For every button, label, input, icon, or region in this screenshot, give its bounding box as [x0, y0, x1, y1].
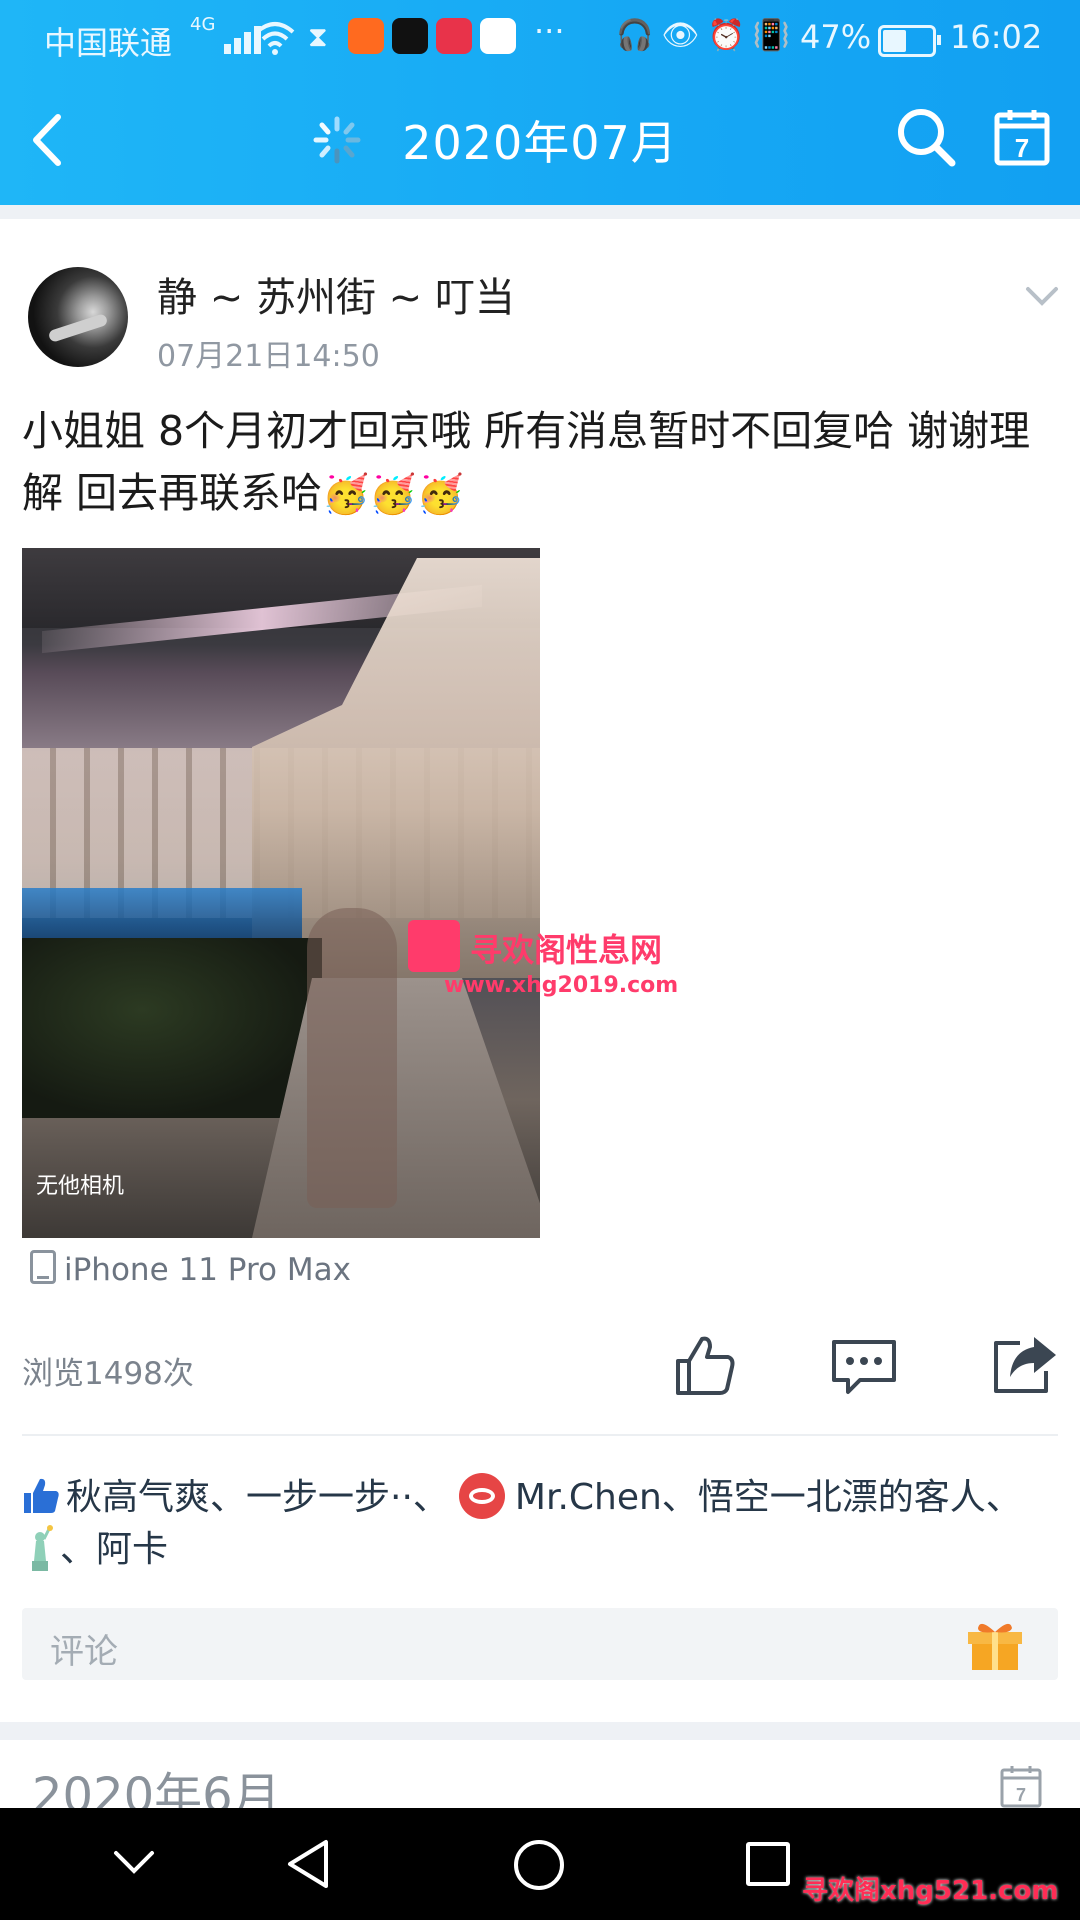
watermark-url: www.xhg2019.com: [444, 973, 679, 998]
action-separator: [22, 1434, 1058, 1436]
gift-icon[interactable]: [966, 1620, 1024, 1672]
share-button[interactable]: [990, 1333, 1060, 1397]
nav-home-button[interactable]: [514, 1840, 564, 1890]
likers-names-2[interactable]: Mr.Chen、悟空一北漂的客人、: [515, 1477, 1022, 1518]
author-name[interactable]: 静 ~ 苏州街 ~ 叮当: [157, 265, 515, 323]
vmall-app-icon: [436, 18, 472, 54]
likers-names-3[interactable]: 、阿卡: [60, 1529, 168, 1570]
avatar[interactable]: [28, 267, 128, 367]
like-button[interactable]: [672, 1333, 738, 1399]
post-timestamp: 07月21日14:50: [157, 339, 380, 374]
lips-avatar-icon: [458, 1473, 505, 1519]
nav-back-button[interactable]: [286, 1838, 332, 1890]
party-face-emojis: 🥳🥳🥳: [322, 472, 464, 516]
carrier-name: 中国联通: [44, 24, 173, 62]
status-bar: 中国联通 4G ⧗ ··· 🎧👁⏰📳 47% 16:02: [0, 0, 1080, 75]
header-divider: [0, 205, 1080, 219]
svg-text:7: 7: [1015, 133, 1029, 163]
title-bar: 2020年07月 7: [0, 75, 1080, 205]
statue-of-liberty-icon: [32, 1525, 53, 1571]
device-label: iPhone 11 Pro Max: [30, 1250, 351, 1288]
section-gap: [0, 1722, 1080, 1740]
play-app-icon: [480, 18, 516, 54]
likers-names-1[interactable]: 秋高气爽、一步一步··、: [66, 1477, 449, 1518]
svg-text:7: 7: [1016, 1785, 1026, 1805]
bottom-watermark: 寻欢阁xhg521.com: [802, 1876, 1059, 1906]
device-name: iPhone 11 Pro Max: [64, 1252, 351, 1288]
phone-icon: [30, 1250, 56, 1284]
watermark-logo-icon: [408, 920, 460, 972]
search-icon[interactable]: [894, 105, 958, 169]
calendar-icon[interactable]: 7: [994, 108, 1050, 166]
site-watermark: 寻欢阁性息网 www.xhg2019.com: [408, 915, 703, 1003]
nav-recents-button[interactable]: [746, 1842, 790, 1886]
calendar-icon[interactable]: 7: [1000, 1764, 1042, 1808]
collapse-nav-icon[interactable]: [112, 1848, 156, 1876]
chevron-down-icon[interactable]: [1024, 284, 1060, 308]
thumbs-up-icon: [24, 1478, 59, 1513]
post-text: 小姐姐 8个月初才回京哦 所有消息暂时不回复哈 谢谢理解 回去再联系哈🥳🥳🥳: [22, 400, 1062, 525]
post-body: 小姐姐 8个月初才回京哦 所有消息暂时不回复哈 谢谢理解 回去再联系哈: [22, 407, 1031, 517]
comment-placeholder: 评论: [50, 1632, 118, 1672]
comment-button[interactable]: [830, 1336, 898, 1396]
wifi-icon: [255, 22, 295, 55]
more-notifications-icon: ···: [534, 12, 565, 50]
app-header: 中国联通 4G ⧗ ··· 🎧👁⏰📳 47% 16:02 2020年07月 7: [0, 0, 1080, 205]
comment-input[interactable]: 评论: [22, 1608, 1058, 1680]
video-app-icon: [348, 18, 384, 54]
view-count: 浏览1498次: [22, 1356, 194, 1392]
post-photo[interactable]: 无他相机: [22, 548, 540, 1238]
camera-watermark: 无他相机: [36, 1174, 125, 1199]
watermark-title: 寻欢阁性息网: [470, 931, 663, 969]
battery-icon: [878, 25, 941, 57]
status-icons: 🎧👁⏰📳: [616, 18, 799, 53]
likes-list: 秋高气爽、一步一步··、 Mr.Chen、悟空一北漂的客人、 、阿卡: [22, 1472, 1062, 1576]
hourglass-icon: ⧗: [308, 20, 328, 53]
tiktok-app-icon: [392, 18, 428, 54]
status-time: 16:02: [950, 18, 1043, 56]
battery-percent: 47%: [800, 18, 872, 56]
